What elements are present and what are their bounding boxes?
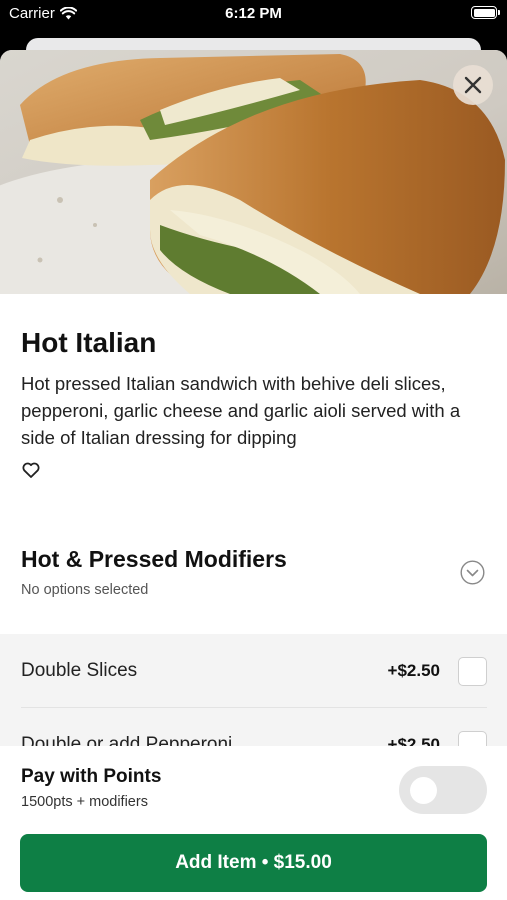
option-label: Double Slices	[21, 660, 138, 681]
option-price: +$2.50	[387, 661, 440, 680]
toggle-knob	[410, 777, 437, 804]
pay-with-points-toggle[interactable]	[399, 766, 487, 814]
battery-icon	[471, 6, 500, 19]
modifier-group-title: Hot & Pressed Modifiers	[21, 546, 287, 572]
pay-with-points-subtitle: 1500pts + modifiers	[21, 794, 148, 810]
status-bar: Carrier 6:12 PM	[0, 0, 507, 28]
checkout-footer: Pay with Points 1500pts + modifiers Add …	[0, 746, 507, 900]
close-button[interactable]	[453, 65, 493, 105]
option-checkbox[interactable]	[458, 656, 487, 686]
pay-with-points-title: Pay with Points	[21, 766, 162, 787]
chevron-down-circle-icon[interactable]	[460, 560, 485, 585]
close-icon	[464, 76, 482, 94]
status-time: 6:12 PM	[225, 5, 282, 22]
add-item-button[interactable]: Add Item • $15.00	[20, 834, 487, 892]
item-description: Hot pressed Italian sandwich with behive…	[21, 373, 461, 448]
item-detail-sheet: Hot Italian Hot pressed Italian sandwich…	[0, 50, 507, 900]
modifier-option-double-slices[interactable]: Double Slices +$2.50	[21, 634, 487, 708]
heart-outline-icon[interactable]	[21, 460, 41, 480]
item-title: Hot Italian	[21, 327, 157, 358]
modifier-group-status: No options selected	[21, 582, 149, 598]
item-photo	[0, 50, 507, 294]
